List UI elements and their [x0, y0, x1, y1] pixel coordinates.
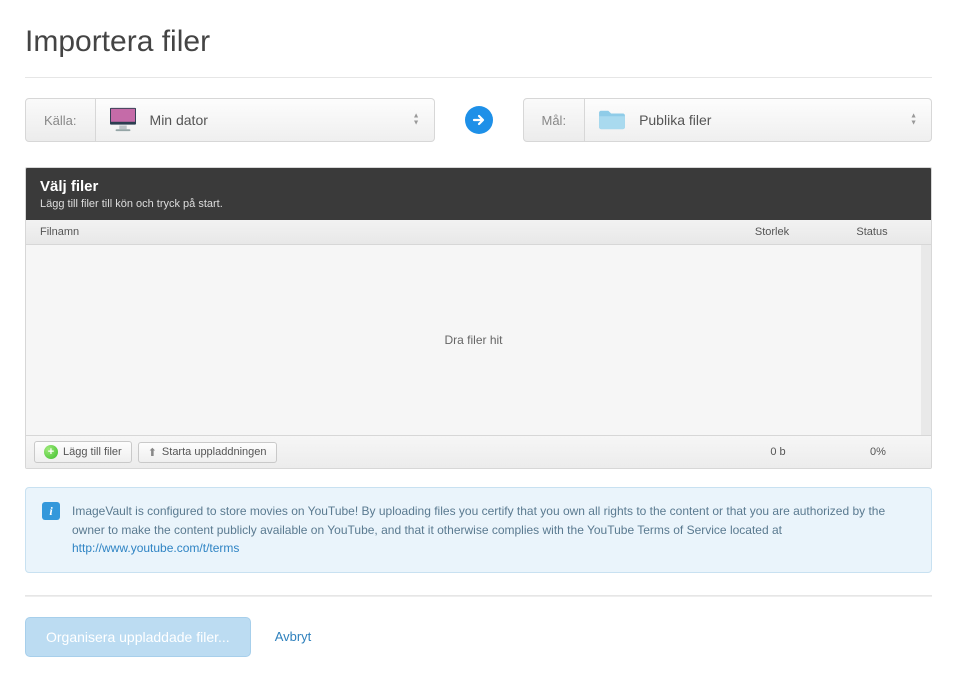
target-select[interactable]: Publika filer ▲▼ [585, 98, 932, 142]
column-size: Storlek [717, 226, 827, 238]
source-selector: Källa: Min dator ▲▼ [25, 98, 435, 142]
target-selector: Mål: Publika filer ▲▼ [523, 98, 933, 142]
uploader-columns: Filnamn Storlek Status [26, 220, 931, 245]
organize-button[interactable]: Organisera uppladdade filer... [25, 617, 251, 657]
source-selected-text: Min dator [150, 112, 208, 128]
bottom-actions: Organisera uppladdade filer... Avbryt [25, 596, 932, 657]
cancel-button[interactable]: Avbryt [275, 629, 312, 644]
add-files-label: Lägg till filer [63, 446, 122, 458]
drop-zone[interactable]: Dra filer hit [26, 245, 931, 435]
chevron-updown-icon: ▲▼ [413, 114, 420, 127]
start-upload-button[interactable]: ⬆ Starta uppladdningen [138, 442, 277, 463]
terms-link[interactable]: http://www.youtube.com/t/terms [72, 541, 239, 555]
source-select[interactable]: Min dator ▲▼ [96, 98, 435, 142]
chevron-updown-icon: ▲▼ [910, 114, 917, 127]
column-status: Status [827, 226, 917, 238]
uploader-footer: + Lägg till filer ⬆ Starta uppladdningen… [26, 435, 931, 468]
uploader-header: Välj filer Lägg till filer till kön och … [26, 168, 931, 220]
uploader-title: Välj filer [40, 178, 917, 195]
total-size: 0 b [723, 446, 833, 458]
info-text: ImageVault is configured to store movies… [72, 504, 885, 537]
monitor-icon [108, 106, 138, 135]
plus-circle-icon: + [44, 445, 58, 459]
source-target-row: Källa: Min dator ▲▼ Mål: [25, 98, 932, 142]
divider [25, 77, 932, 78]
uploader-subtitle: Lägg till filer till kön och tryck på st… [40, 198, 917, 210]
file-uploader: Välj filer Lägg till filer till kön och … [25, 167, 932, 469]
upload-percent: 0% [833, 446, 923, 458]
column-filename: Filnamn [40, 226, 717, 238]
youtube-info-box: i ImageVault is configured to store movi… [25, 487, 932, 573]
info-text-wrapper: ImageVault is configured to store movies… [72, 502, 915, 558]
target-selected-text: Publika filer [639, 112, 711, 128]
page-title: Importera filer [25, 25, 932, 59]
folder-icon [597, 107, 627, 134]
start-upload-label: Starta uppladdningen [162, 446, 267, 458]
add-files-button[interactable]: + Lägg till filer [34, 441, 132, 463]
upload-arrow-icon: ⬆ [148, 446, 157, 459]
target-label: Mål: [523, 98, 586, 142]
arrow-right-icon [465, 106, 493, 134]
info-icon: i [42, 502, 60, 520]
source-label: Källa: [25, 98, 96, 142]
